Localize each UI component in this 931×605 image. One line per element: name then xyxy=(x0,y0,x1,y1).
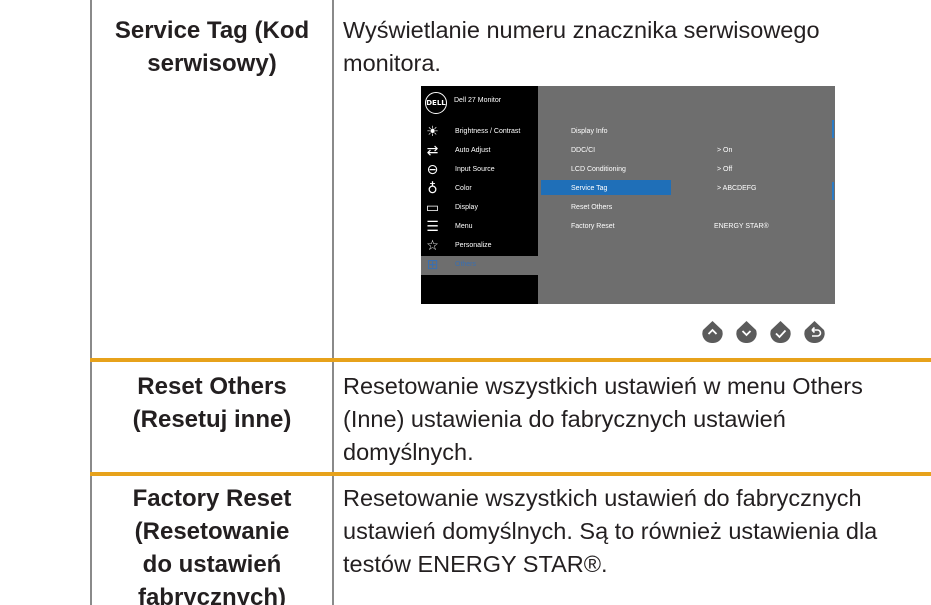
check-icon[interactable] xyxy=(770,320,791,344)
personalize-icon: ☆ xyxy=(426,238,439,254)
row-description-reset-others: Resetowanie wszystkich ustawień w menu O… xyxy=(343,373,863,465)
osd-value-lcd-conditioning: > Off xyxy=(717,166,733,173)
osd-menu-personalize[interactable]: ☆ Personalize xyxy=(421,237,538,256)
osd-option-reset-others[interactable]: Reset Others xyxy=(571,204,612,211)
osd-menu-display[interactable]: ▭ Display xyxy=(421,199,538,218)
row-divider xyxy=(90,472,931,476)
osd-value-ddc-ci: > On xyxy=(717,147,733,154)
menu-icon: ☰ xyxy=(426,219,439,235)
row-description-service-tag: Wyświetlanie numeru znacznika serwisoweg… xyxy=(343,17,820,76)
osd-menu-menu[interactable]: ☰ Menu xyxy=(421,218,538,237)
column-divider xyxy=(332,0,334,605)
display-icon: ▭ xyxy=(425,200,440,216)
osd-scrollbar xyxy=(832,182,834,200)
osd-title: Dell 27 Monitor xyxy=(454,97,502,104)
osd-menu-auto-adjust[interactable]: ⇄ Auto Adjust xyxy=(421,142,538,161)
others-icon: ⊞ xyxy=(426,257,439,273)
osd-menu-color[interactable]: ♁ Color xyxy=(421,180,538,199)
osd-menu-brightness-contrast[interactable]: ☀ Brightness / Contrast xyxy=(421,123,538,142)
down-icon[interactable] xyxy=(736,320,757,344)
osd-scrollbar xyxy=(832,120,834,138)
osd-option-lcd-conditioning[interactable]: LCD Conditioning xyxy=(571,166,626,173)
brightness-icon: ☀ xyxy=(426,124,439,140)
row-label-reset-others: Reset Others (Resetuj inne) xyxy=(132,373,292,433)
osd-value-factory-reset: ENERGY STAR® xyxy=(714,223,769,230)
up-icon[interactable] xyxy=(702,320,723,344)
auto-adjust-icon: ⇄ xyxy=(426,143,439,159)
dell-logo: DELL xyxy=(425,92,447,114)
color-icon: ♁ xyxy=(427,181,438,197)
osd-menu-input-source[interactable]: ⊖ Input Source xyxy=(421,161,538,180)
row-label-factory-reset: Factory Reset (Resetowanie do ustawień f… xyxy=(132,485,292,605)
osd-value-service-tag: > ABCDEFG xyxy=(717,185,757,192)
row-description-factory-reset: Resetowanie wszystkich ustawień do fabry… xyxy=(343,485,878,577)
input-source-icon: ⊖ xyxy=(426,162,439,178)
osd-option-ddc-ci[interactable]: DDC/CI xyxy=(571,147,595,154)
osd-nav-buttons xyxy=(702,320,842,344)
osd-menu-screenshot: DELL Dell 27 Monitor ☀ Brightness / Cont… xyxy=(421,86,835,304)
row-label-service-tag: Service Tag (Kod serwisowy) xyxy=(114,17,310,77)
osd-option-display-info[interactable]: Display Info xyxy=(571,128,608,135)
row-divider xyxy=(90,358,931,362)
osd-menu-others[interactable]: ⊞ Others xyxy=(421,256,538,275)
osd-option-factory-reset[interactable]: Factory Reset xyxy=(571,223,615,230)
column-divider xyxy=(90,0,92,605)
back-icon[interactable] xyxy=(804,320,825,344)
osd-option-service-tag[interactable]: Service Tag xyxy=(571,185,607,192)
